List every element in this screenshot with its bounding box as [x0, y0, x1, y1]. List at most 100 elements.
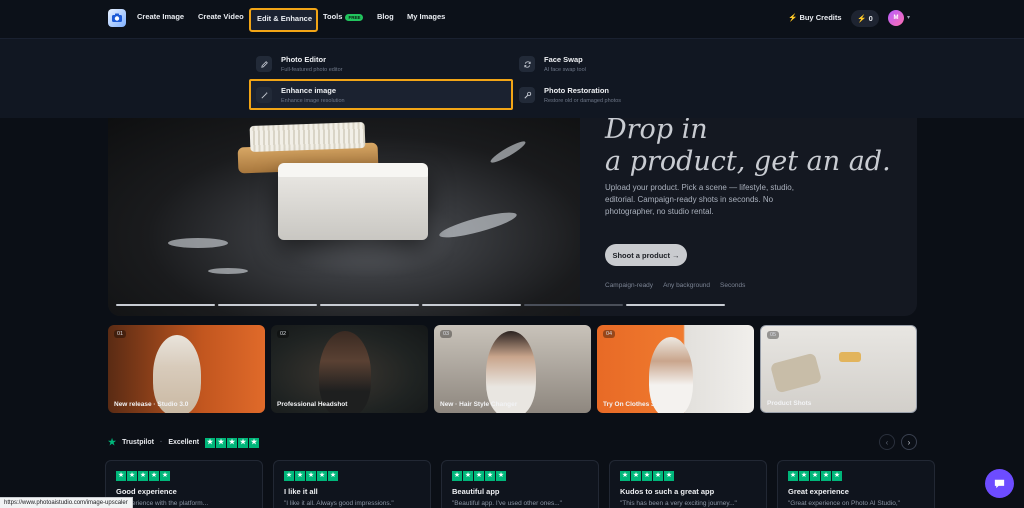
dropdown-title: Photo Editor [281, 55, 326, 64]
star-icon: ★ [227, 437, 238, 448]
chevron-down-icon[interactable]: ▾ [907, 14, 910, 21]
buy-credits-button[interactable]: ⚡ Buy Credits [788, 13, 842, 22]
dropdown-title: Enhance image [281, 86, 337, 95]
brush-bristles [249, 122, 366, 152]
star-icon: ★ [620, 471, 630, 481]
hero-title: Drop in a product, get an ad. [605, 118, 905, 178]
rating-stars: ★ ★ ★ ★ ★ [452, 471, 588, 481]
review-title: Great experience [788, 487, 849, 496]
star-icon: ★ [821, 471, 831, 481]
review-body: ...experience with the platform... [116, 500, 209, 507]
nav-tools[interactable]: Tools FREE [323, 12, 364, 21]
nav-edit-enhance[interactable]: Edit & Enhance [257, 14, 312, 23]
hero-tag: Seconds [720, 282, 746, 289]
hero-product-image [108, 118, 580, 316]
hero-banner: Drop in a product, get an ad. Upload you… [108, 118, 917, 316]
rating-stars: ★ ★ ★ ★ ★ [284, 471, 420, 481]
review-carousel-controls: ‹ › [879, 434, 917, 450]
product-bag [769, 352, 823, 394]
chevron-left-icon[interactable]: ‹ [879, 434, 895, 450]
star-icon: ★ [474, 471, 484, 481]
nav-tools-label: Tools [323, 12, 343, 21]
swap-icon [519, 56, 535, 72]
hero-title-line2: a product, get an ad. [605, 146, 891, 177]
dropdown-item-face-swap[interactable]: Face Swap AI face swap tool [519, 51, 586, 77]
trustpilot-brand: Trustpilot [122, 439, 154, 446]
feature-card-try-on[interactable]: 04 Try On Clothes 3.0 [597, 325, 754, 413]
card-caption: Professional Headshot [277, 401, 348, 408]
star-icon: ★ [452, 471, 462, 481]
card-number: 03 [440, 330, 453, 338]
card-number: 04 [603, 330, 616, 338]
feature-carousel: 01 New release · Studio 3.0 02 Professio… [108, 325, 918, 413]
logo-icon[interactable] [108, 9, 126, 27]
dropdown-subtitle: Enhance image resolution [281, 98, 345, 104]
feature-card-product-shots[interactable]: 05 Product Shots [760, 325, 917, 413]
chevron-right-icon[interactable]: › [901, 434, 917, 450]
star-icon: ★ [306, 471, 316, 481]
card-caption: New release · Studio 3.0 [114, 401, 189, 408]
nav-blog[interactable]: Blog [377, 12, 394, 21]
nav-create-video[interactable]: Create Video [198, 12, 244, 21]
card-number: 05 [767, 331, 780, 339]
feature-card-hairstyle[interactable]: 03 New · Hair Style Changer [434, 325, 591, 413]
star-icon: ★ [317, 471, 327, 481]
card-number: 02 [277, 330, 290, 338]
feature-card-studio[interactable]: 01 New release · Studio 3.0 [108, 325, 265, 413]
chat-support-button[interactable] [985, 469, 1014, 498]
review-title: Kudos to such a great app [620, 487, 715, 496]
soap-bar-top [278, 163, 428, 177]
star-icon: ★ [832, 471, 842, 481]
star-icon: ★ [788, 471, 798, 481]
hero-progress-segment[interactable] [320, 304, 419, 306]
wrench-icon [519, 87, 535, 103]
review-card[interactable]: ★ ★ ★ ★ ★ Great experience "Great experience… [777, 460, 935, 508]
star-icon: ★ [631, 471, 641, 481]
hero-progress-segment[interactable] [422, 304, 521, 306]
card-caption: New · Hair Style Changer [440, 401, 518, 408]
hero-progress-segment[interactable] [524, 304, 623, 306]
star-icon: ★ [116, 471, 126, 481]
review-title: I like it all [284, 487, 318, 496]
hero-progress-segment[interactable] [116, 304, 215, 306]
rating-stars: ★ ★ ★ ★ ★ [205, 437, 260, 448]
star-icon: ★ [496, 471, 506, 481]
card-caption: Product Shots [767, 400, 812, 407]
dropdown-item-photo-editor[interactable]: Photo Editor Full-featured photo editor [256, 51, 342, 77]
hero-tag: Any background [663, 282, 711, 289]
hero-progress [116, 304, 725, 307]
bolt-icon: ⚡ [788, 13, 798, 22]
star-icon: ★ [485, 471, 495, 481]
review-body: "Beautiful app. I've used other ones..." [452, 500, 562, 507]
nav-my-images[interactable]: My Images [407, 12, 445, 21]
trustpilot-rating-label: Excellent [168, 439, 200, 446]
water-splash [437, 207, 519, 243]
hero-tag: Campaign-ready [605, 282, 654, 289]
dropdown-title: Photo Restoration [544, 86, 609, 95]
trustpilot-summary[interactable]: ★ Trustpilot · Excellent ★ ★ ★ ★ ★ [108, 437, 260, 448]
nav-create-image[interactable]: Create Image [137, 12, 184, 21]
shoot-product-button[interactable]: Shoot a product → [605, 244, 687, 266]
avatar[interactable]: M [888, 10, 904, 26]
review-body: "I like it all. Always good impressions.… [284, 500, 394, 507]
free-badge: FREE [345, 13, 364, 21]
rating-stars: ★ ★ ★ ★ ★ [788, 471, 924, 481]
review-card[interactable]: ★ ★ ★ ★ ★ I like it all "I like it all. Alwa… [273, 460, 431, 508]
star-icon: ★ [238, 437, 249, 448]
credits-value: 0 [868, 14, 873, 23]
hero-tags: Campaign-ready Any background Seconds [605, 282, 745, 289]
hero-progress-segment[interactable] [626, 304, 725, 306]
review-card[interactable]: ★ ★ ★ ★ ★ Beautiful app "Beautiful app. I've… [441, 460, 599, 508]
hero-progress-segment[interactable] [218, 304, 317, 306]
link-preview-statusbar: https://www.photoaistudio.com/image-upsc… [0, 497, 133, 508]
review-card[interactable]: ★ ★ ★ ★ ★ Kudos to such a great app "This ha… [609, 460, 767, 508]
feature-card-headshot[interactable]: 02 Professional Headshot [271, 325, 428, 413]
magic-wand-icon [256, 87, 272, 103]
star-icon: ★ [463, 471, 473, 481]
bolt-icon: ⚡ [857, 14, 867, 23]
review-title: Good experience [116, 487, 177, 496]
dropdown-item-enhance-image[interactable]: Enhance image Enhance image resolution [256, 82, 345, 108]
edit-icon [256, 56, 272, 72]
dropdown-item-photo-restoration[interactable]: Photo Restoration Restore old or damaged … [519, 82, 621, 108]
credits-counter[interactable]: ⚡ 0 [851, 10, 879, 27]
